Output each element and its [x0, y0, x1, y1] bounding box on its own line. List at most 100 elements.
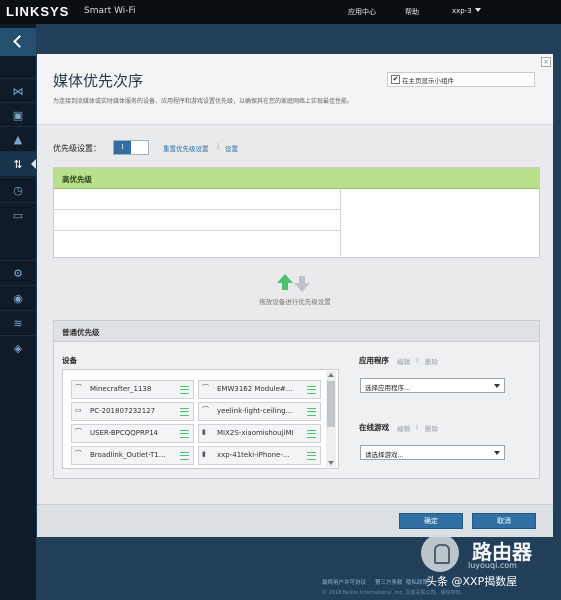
linksys-logo[interactable]: LINKSYS: [6, 4, 69, 19]
arrow-down-icon: [294, 283, 310, 292]
apps-separator: |: [416, 356, 419, 364]
apps-delete-link[interactable]: 删除: [425, 356, 438, 366]
device-list-scrollbar[interactable]: [326, 371, 336, 467]
apps-edit-link[interactable]: 编辑: [397, 356, 410, 366]
sidebar-item-connectivity[interactable]: ⚙: [0, 260, 36, 285]
drag-handle-icon[interactable]: [180, 386, 189, 394]
priority-toggle[interactable]: I: [113, 140, 149, 155]
devices-icon: ▣: [12, 108, 24, 122]
high-priority-panel: 高优先级: [53, 167, 540, 258]
device-item[interactable]: ▮ MIX2S-xiaomishoujiMI: [198, 424, 321, 443]
router-icon: ⌒: [75, 450, 82, 458]
high-priority-header: 高优先级: [54, 168, 539, 189]
device-list: ⌒ Minecrafter_1138 ⌒ EMW3162 Module#... …: [62, 369, 339, 469]
drag-handle-icon[interactable]: [180, 430, 189, 438]
device-item[interactable]: ▮ xxp-41teki-iPhone-...: [198, 446, 321, 465]
sidebar-item-speed-test[interactable]: ◷: [0, 177, 36, 202]
device-item[interactable]: ⌒ USER-BPCQQPRP14: [71, 424, 194, 443]
media-prioritization-dialog: × 媒体优先次序 为连接到流媒体或实时媒体服务的设备、应用程序和游戏设置优先级，…: [37, 54, 553, 537]
watermark-url: luyouqi.com: [468, 561, 517, 570]
scroll-down-icon[interactable]: [328, 461, 334, 465]
gear-icon: ⚙: [13, 266, 23, 280]
chevron-down-icon[interactable]: [475, 8, 481, 12]
settings-link[interactable]: 设置: [225, 143, 238, 153]
router-icon: ⌒: [202, 384, 209, 392]
high-priority-title: 高优先级: [62, 175, 92, 184]
router-icon: ⌒: [202, 406, 209, 414]
alert-icon: ▲: [13, 132, 23, 146]
nav-app-center[interactable]: 应用中心: [348, 7, 376, 17]
back-button[interactable]: [0, 28, 36, 56]
device-name: EMW3162 Module#...: [217, 385, 293, 393]
arrow-up-stem: [282, 283, 288, 290]
toggle-on-indicator: I: [114, 141, 131, 154]
high-priority-slot[interactable]: [54, 210, 341, 231]
device-name: Minecrafter_1138: [90, 385, 152, 393]
drag-handle-icon[interactable]: [180, 452, 189, 460]
nav-user-menu[interactable]: xxp-3: [452, 7, 472, 15]
device-item[interactable]: ⌒ yeelink-light-ceiling...: [198, 402, 321, 421]
sidebar-item-network-map[interactable]: ⋈: [0, 78, 36, 103]
normal-priority-panel: 普通优先级 设备 ⌒ Minecrafter_1138 ⌒ EMW3162 Mo…: [53, 320, 540, 479]
sidebar-item-wireless[interactable]: ≋: [0, 310, 36, 335]
show-widget-checkbox[interactable]: ✔ 在主页显示小组件: [387, 72, 535, 87]
arrow-up-icon: [277, 274, 293, 283]
show-widget-label: 在主页显示小组件: [402, 77, 454, 85]
sidebar-item-security[interactable]: ◈: [0, 335, 36, 360]
scroll-thumb[interactable]: [327, 381, 335, 427]
page-description: 为连接到流媒体或实时媒体服务的设备、应用程序和游戏设置优先级，以确保其在您的家庭…: [53, 98, 354, 105]
link-separator: |: [217, 142, 220, 150]
dialog-header: × 媒体优先次序 为连接到流媒体或实时媒体服务的设备、应用程序和游戏设置优先级，…: [37, 54, 553, 125]
phone-icon: ▮: [202, 450, 206, 458]
cancel-button[interactable]: 取消: [472, 513, 536, 529]
drag-handle-icon[interactable]: [307, 386, 316, 394]
copyright-text: © 2018 Belkin International, Inc. 及其关联公司…: [322, 590, 466, 596]
third-party-link[interactable]: 第三方条款: [375, 578, 403, 586]
ok-button[interactable]: 确定: [399, 513, 463, 529]
sidebar-item-media-prioritization[interactable]: ⇅: [0, 151, 36, 176]
sidebar-item-devices[interactable]: ▣: [0, 102, 36, 127]
sidebar-item-troubleshooting[interactable]: ◉: [0, 285, 36, 310]
eula-link[interactable]: 最终用户许可协议: [322, 578, 366, 586]
monitor-icon: ▭: [75, 406, 82, 414]
device-item[interactable]: ⌒ EMW3162 Module#...: [198, 380, 321, 399]
high-priority-slot[interactable]: [54, 231, 341, 256]
chevron-down-icon: [494, 384, 500, 388]
drag-handle-icon[interactable]: [180, 408, 189, 416]
high-priority-slot[interactable]: [54, 189, 341, 210]
drag-handle-icon[interactable]: [307, 430, 316, 438]
lock-watermark-icon: [421, 534, 459, 572]
games-label: 在线游戏: [359, 423, 389, 432]
sidebar-item-alerts[interactable]: ▲: [0, 126, 36, 151]
drag-handle-icon[interactable]: [307, 452, 316, 460]
scroll-up-icon[interactable]: [328, 373, 334, 377]
device-item[interactable]: ⌒ Minecrafter_1138: [71, 380, 194, 399]
wifi-icon: ≋: [13, 316, 23, 330]
sidebar-item-external-storage[interactable]: ▭: [0, 202, 36, 227]
device-item[interactable]: ▭ PC-201807232127: [71, 402, 194, 421]
device-name: Broadlink_Outlet-T1...: [90, 451, 166, 459]
app-select[interactable]: 选择应用程序...: [360, 378, 505, 393]
watermark-author: 头条 @XXP揭数屋: [426, 575, 518, 588]
privacy-link[interactable]: 隐私政策: [406, 578, 428, 586]
game-select-value: 请选择游戏...: [365, 451, 404, 459]
app-select-value: 选择应用程序...: [365, 384, 411, 392]
checkbox-check-icon[interactable]: ✔: [391, 75, 400, 84]
arrow-down-stem: [299, 276, 305, 283]
top-bar: LINKSYS Smart Wi-Fi 应用中心 帮助 xxp-3: [0, 0, 561, 24]
drag-handle-icon[interactable]: [307, 408, 316, 416]
drag-hint: 拖放设备进行优先级设置: [259, 298, 331, 306]
reset-priority-link[interactable]: 重置优先级设置: [163, 143, 209, 153]
sidebar: ⋈ ▣ ▲ ⇅ ◷ ▭ ⚙ ◉ ≋ ◈: [0, 24, 36, 600]
nav-help[interactable]: 帮助: [405, 7, 419, 17]
network-map-icon: ⋈: [12, 84, 24, 98]
close-icon[interactable]: ×: [541, 57, 551, 67]
router-icon: ⌒: [75, 428, 82, 436]
device-item[interactable]: ⌒ Broadlink_Outlet-T1...: [71, 446, 194, 465]
device-name: PC-201807232127: [90, 407, 156, 415]
games-delete-link[interactable]: 删除: [425, 423, 438, 433]
dialog-footer: 确定 取消: [37, 504, 553, 537]
speed-test-icon: ◷: [13, 183, 23, 197]
game-select[interactable]: 请选择游戏...: [360, 445, 505, 460]
games-edit-link[interactable]: 编辑: [397, 423, 410, 433]
